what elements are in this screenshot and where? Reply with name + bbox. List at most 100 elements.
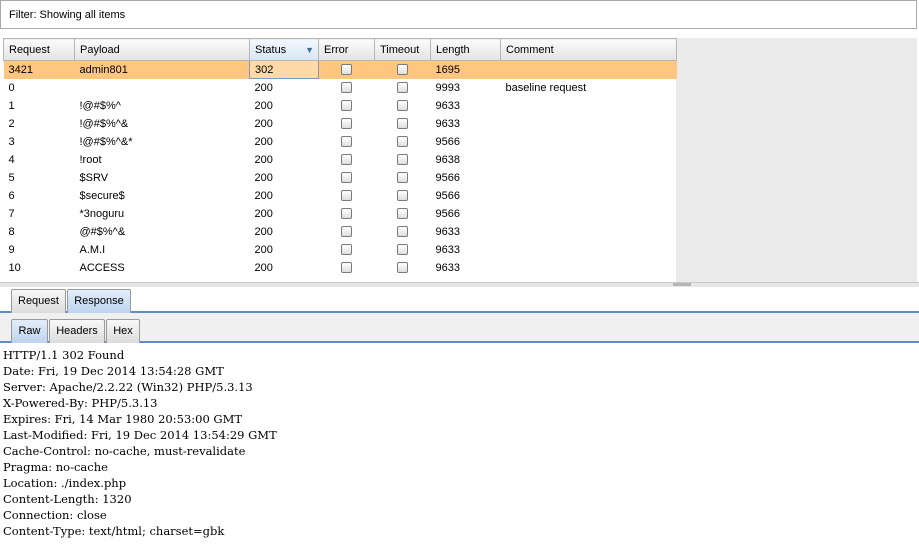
- tab-response[interactable]: Response: [67, 289, 131, 313]
- cell-length: 9566: [435, 171, 460, 184]
- table-row[interactable]: 10 ACCESS 200 9633: [4, 259, 677, 277]
- cell-timeout: [375, 79, 431, 97]
- cell-error: [319, 133, 375, 151]
- filter-text: Filter: Showing all items: [9, 9, 126, 21]
- column-header-payload[interactable]: Payload: [74, 38, 250, 61]
- timeout-checkbox[interactable]: [397, 82, 408, 94]
- timeout-checkbox[interactable]: [397, 244, 408, 256]
- error-checkbox[interactable]: [341, 100, 352, 112]
- error-checkbox[interactable]: [341, 172, 352, 184]
- filter-bar[interactable]: Filter: Showing all items: [0, 0, 917, 29]
- cell-timeout: [375, 241, 431, 259]
- error-checkbox[interactable]: [341, 82, 352, 94]
- cell-status: 200: [254, 153, 273, 166]
- error-checkbox[interactable]: [341, 64, 353, 76]
- message-tabs: Request Response: [0, 287, 919, 313]
- cell-payload: admin801: [74, 60, 250, 79]
- column-header-length[interactable]: Length: [430, 38, 501, 61]
- response-line: Location: ./index.php: [3, 476, 127, 490]
- cell-status: 200: [254, 81, 273, 94]
- error-checkbox[interactable]: [341, 118, 352, 130]
- cell-length: 9566: [435, 189, 460, 202]
- table-row[interactable]: 2 !@#$%^& 200 9633: [4, 115, 677, 133]
- cell-length: 9993: [435, 81, 460, 94]
- cell-request: 8: [8, 225, 15, 238]
- table-row[interactable]: 5 $SRV 200 9566: [4, 169, 677, 187]
- cell-payload: [75, 79, 250, 97]
- tab-hex[interactable]: Hex: [106, 319, 140, 343]
- cell-status: 200: [254, 99, 273, 112]
- tab-headers[interactable]: Headers: [49, 319, 105, 343]
- cell-timeout: [375, 223, 431, 241]
- response-line: X-Powered-By: PHP/5.3.13: [3, 396, 158, 410]
- table-row[interactable]: 4 !root 200 9638: [4, 151, 677, 169]
- error-checkbox[interactable]: [341, 226, 352, 238]
- cell-status: 200: [254, 207, 273, 220]
- timeout-checkbox[interactable]: [397, 208, 408, 220]
- cell-length: 9633: [435, 225, 460, 238]
- cell-request: 3421: [3, 60, 75, 79]
- response-raw-text[interactable]: HTTP/1.1 302 Found Date: Fri, 19 Dec 2014…: [3, 347, 277, 539]
- timeout-checkbox[interactable]: [397, 64, 408, 76]
- cell-length: 9633: [435, 117, 460, 130]
- timeout-checkbox[interactable]: [397, 190, 408, 202]
- cell-payload: A.M.I: [79, 243, 106, 256]
- table-row[interactable]: 1 !@#$%^ 200 9633: [4, 97, 677, 115]
- cell-status: 200: [254, 225, 273, 238]
- splitter-grip[interactable]: [673, 283, 691, 286]
- cell-request: 0: [8, 81, 15, 94]
- cell-length: 9566: [435, 207, 460, 220]
- table-row[interactable]: 8 @#$%^& 200 9633: [4, 223, 677, 241]
- cell-error: [319, 115, 375, 133]
- column-header-request[interactable]: Request: [3, 38, 75, 61]
- header-row: Request Payload Status ▼ Error Timeout Le…: [3, 38, 677, 61]
- timeout-checkbox[interactable]: [397, 262, 408, 274]
- timeout-checkbox[interactable]: [397, 154, 408, 166]
- column-header-status[interactable]: Status ▼: [249, 38, 319, 61]
- table-row[interactable]: 6 $secure$ 200 9566: [4, 187, 677, 205]
- cell-comment: [501, 97, 677, 115]
- tab-request[interactable]: Request: [11, 289, 66, 313]
- cell-timeout: [375, 133, 431, 151]
- cell-length: 9633: [435, 243, 460, 256]
- response-line: Connection: close: [3, 508, 107, 522]
- column-header-timeout[interactable]: Timeout: [374, 38, 431, 61]
- error-checkbox[interactable]: [341, 244, 352, 256]
- grid-empty-area: [676, 38, 919, 282]
- error-checkbox[interactable]: [341, 208, 352, 220]
- timeout-checkbox[interactable]: [397, 172, 408, 184]
- cell-status: 200: [254, 135, 273, 148]
- error-checkbox[interactable]: [341, 154, 352, 166]
- cell-comment: [501, 205, 677, 223]
- cell-payload: !@#$%^&: [79, 117, 129, 130]
- cell-status: 200: [254, 243, 273, 256]
- cell-timeout: [374, 60, 431, 79]
- cell-error: [319, 241, 375, 259]
- cell-timeout: [375, 97, 431, 115]
- column-header-comment[interactable]: Comment: [500, 38, 677, 61]
- response-line: Pragma: no-cache: [3, 460, 108, 474]
- column-header-error[interactable]: Error: [318, 38, 375, 61]
- timeout-checkbox[interactable]: [397, 136, 408, 148]
- error-checkbox[interactable]: [341, 262, 352, 274]
- cell-comment: [501, 115, 677, 133]
- cell-request: 10: [8, 261, 21, 274]
- response-line: Server: Apache/2.2.22 (Win32) PHP/5.3.13: [3, 380, 253, 394]
- tab-raw[interactable]: Raw: [11, 319, 48, 343]
- timeout-checkbox[interactable]: [397, 226, 408, 238]
- error-checkbox[interactable]: [341, 136, 352, 148]
- cell-payload: @#$%^&: [79, 225, 126, 238]
- cell-timeout: [375, 205, 431, 223]
- cell-payload: !@#$%^: [79, 99, 121, 112]
- table-row[interactable]: 3421 admin801 302 1695: [3, 60, 677, 79]
- table-row[interactable]: 9 A.M.I 200 9633: [4, 241, 677, 259]
- table-row[interactable]: 0 200 9993 baseline request: [4, 79, 677, 97]
- table-row[interactable]: 3 !@#$%^&* 200 9566: [4, 133, 677, 151]
- cell-status: 302: [249, 60, 319, 79]
- table-row[interactable]: 7 *3noguru 200 9566: [4, 205, 677, 223]
- error-checkbox[interactable]: [341, 190, 352, 202]
- cell-comment: [501, 151, 677, 169]
- cell-error: [319, 223, 375, 241]
- timeout-checkbox[interactable]: [397, 100, 408, 112]
- timeout-checkbox[interactable]: [397, 118, 408, 130]
